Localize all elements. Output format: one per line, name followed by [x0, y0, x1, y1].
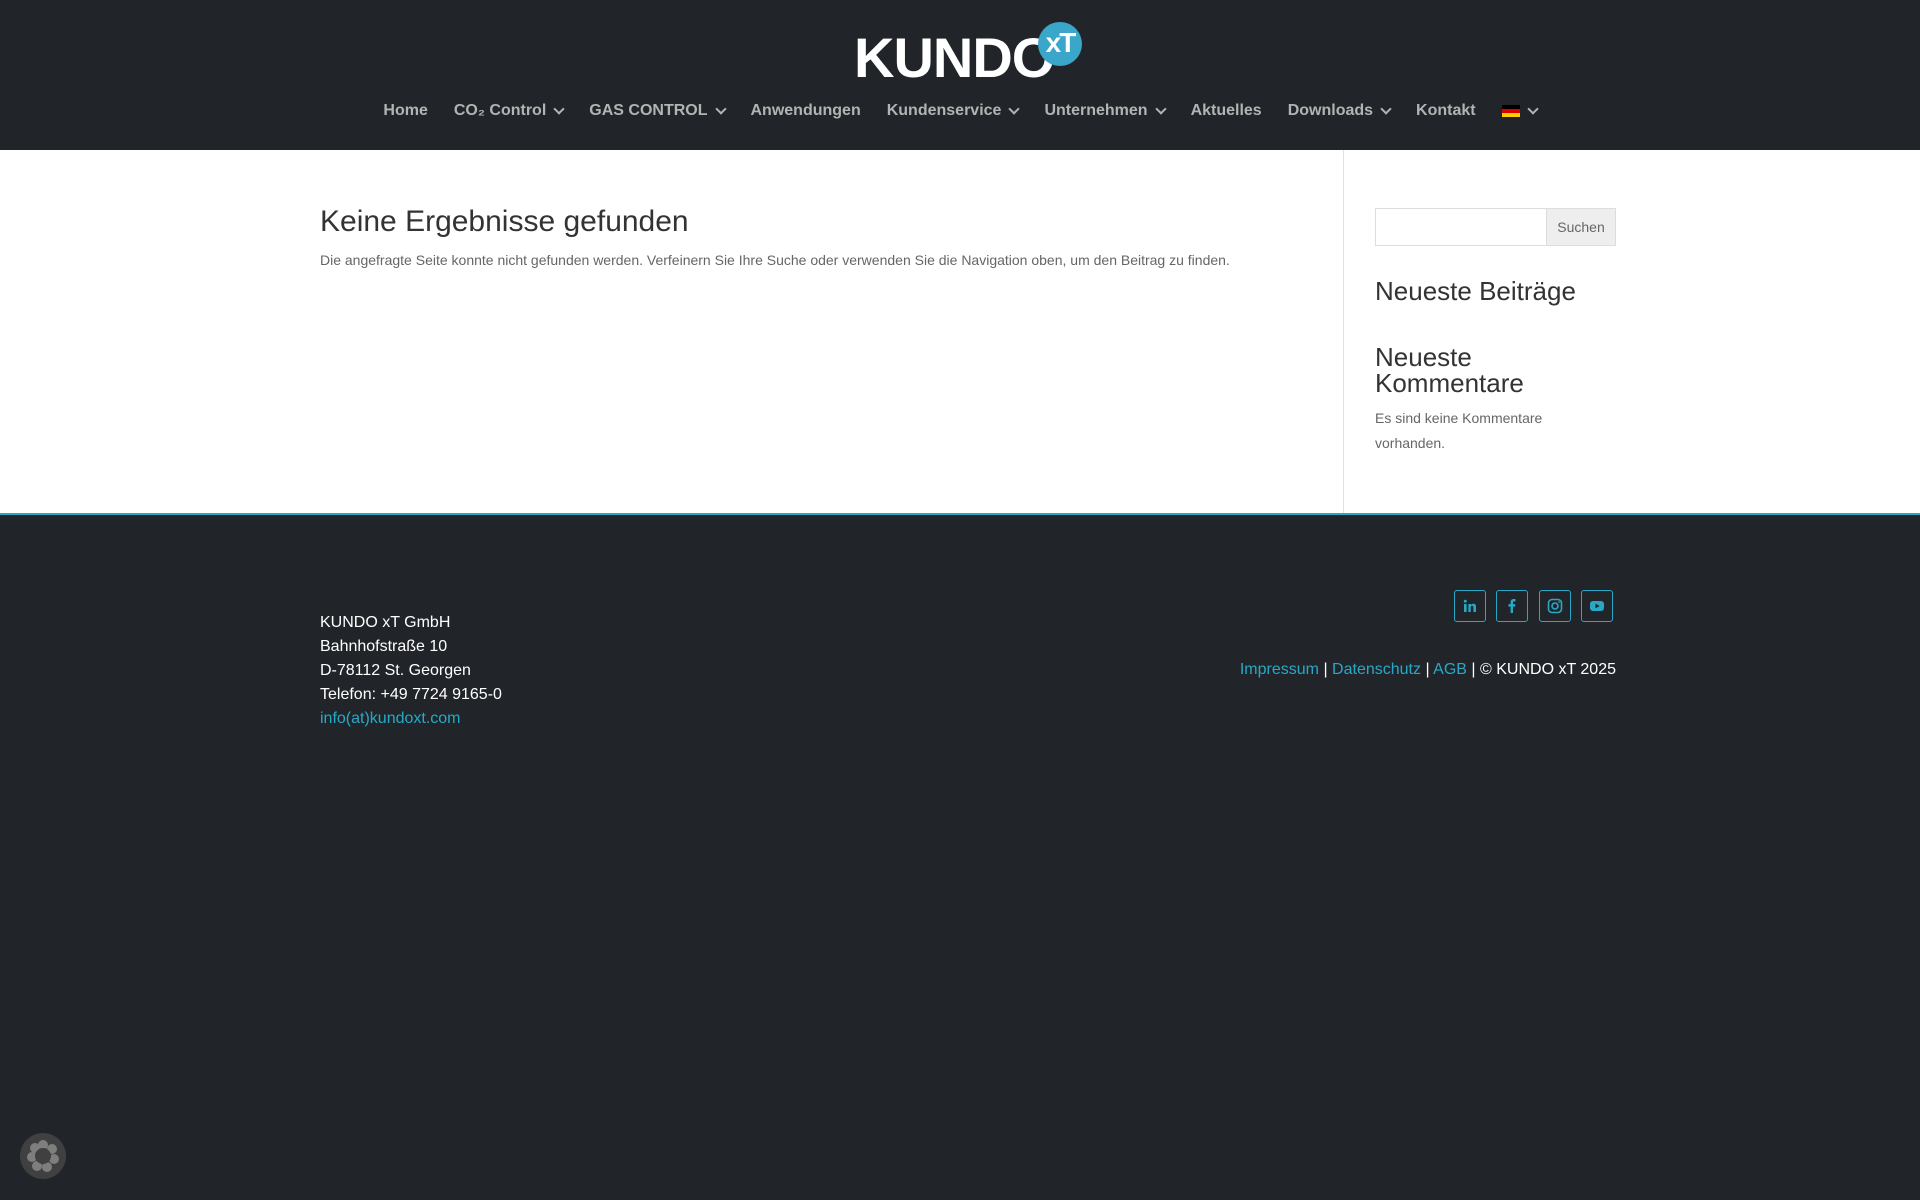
instagram-icon: [1547, 598, 1563, 614]
nav-label: Kundenservice: [886, 102, 1002, 119]
search-button[interactable]: Suchen: [1546, 208, 1616, 246]
nav-label: Home: [383, 102, 428, 119]
email-link[interactable]: info(at)kundoxt.com: [320, 707, 502, 731]
logo-badge-text: xT: [1045, 27, 1077, 58]
recent-comments-empty: Es sind keine Kommentare vorhanden.: [1375, 410, 1543, 451]
agb-link[interactable]: AGB: [1433, 661, 1467, 678]
impressum-link[interactable]: Impressum: [1240, 661, 1319, 678]
site-header: KUNDO xT Home CO₂ Control GAS CONTROL An…: [0, 0, 1920, 150]
nav-label: Downloads: [1287, 102, 1374, 119]
chevron-down-icon: [1526, 103, 1539, 115]
street-address: Bahnhofstraße 10: [320, 638, 448, 655]
nav-item-kontakt[interactable]: Kontakt: [1416, 98, 1476, 124]
legal-separator: |: [1425, 661, 1430, 678]
cookie-icon: [27, 1140, 59, 1172]
chevron-down-icon: [1008, 103, 1021, 115]
copyright-text: © KUNDO xT 2025: [1480, 661, 1616, 678]
footer-legal-links: Impressum | Datenschutz | AGB | © KUNDO …: [1240, 660, 1616, 680]
main-content: Keine Ergebnisse gefunden Die angefragte…: [0, 150, 1920, 515]
phone-number: Telefon: +49 7724 9165-0: [320, 686, 502, 703]
facebook-icon: [1508, 599, 1516, 613]
nav-label: CO₂ Control: [453, 102, 547, 119]
nav-label: Aktuelles: [1190, 102, 1262, 119]
nav-item-aktuelles[interactable]: Aktuelles: [1191, 98, 1262, 124]
german-flag-icon: [1501, 105, 1520, 117]
recent-posts-title: Neueste Beiträge: [1375, 276, 1576, 306]
instagram-button[interactable]: [1539, 590, 1571, 622]
youtube-icon: [1590, 601, 1604, 611]
city-address: D-78112 St. Georgen: [320, 662, 471, 679]
nav-label: Kontakt: [1416, 102, 1476, 119]
chevron-down-icon: [714, 103, 727, 115]
footer-address: KUNDO xT GmbH Bahnhofstraße 10 D-78112 S…: [320, 611, 502, 731]
legal-separator: |: [1471, 661, 1476, 678]
nav-item-downloads[interactable]: Downloads: [1287, 98, 1392, 124]
nav-item-co2-control[interactable]: CO₂ Control: [453, 98, 565, 124]
chevron-down-icon: [1154, 103, 1167, 115]
datenschutz-link[interactable]: Datenschutz: [1332, 661, 1421, 678]
nav-item-anwendungen[interactable]: Anwendungen: [751, 98, 861, 124]
cookie-settings-button[interactable]: [20, 1133, 66, 1179]
linkedin-button[interactable]: [1454, 590, 1486, 622]
kundo-logo[interactable]: KUNDO xT: [854, 20, 1084, 88]
company-name: KUNDO xT GmbH: [320, 614, 451, 631]
no-results-message: Die angefragte Seite konnte nicht gefund…: [320, 252, 1230, 268]
linkedin-icon: [1463, 599, 1476, 612]
nav-label: Anwendungen: [750, 102, 861, 119]
nav-item-unternehmen[interactable]: Unternehmen: [1044, 98, 1167, 124]
sidebar-divider: [1343, 150, 1344, 513]
chevron-down-icon: [1380, 103, 1392, 115]
facebook-button[interactable]: [1496, 590, 1528, 622]
youtube-button[interactable]: [1581, 590, 1613, 622]
chevron-down-icon: [553, 103, 565, 115]
nav-item-home[interactable]: Home: [383, 98, 427, 124]
logo-badge: xT: [1038, 22, 1082, 66]
logo-text: KUNDO: [854, 26, 1055, 89]
recent-comments-title: Neueste Kommentare: [1375, 342, 1524, 398]
search-input[interactable]: [1375, 208, 1547, 246]
page-title: Keine Ergebnisse gefunden: [320, 205, 689, 238]
language-switcher[interactable]: [1501, 98, 1539, 124]
nav-item-gas-control[interactable]: GAS CONTROL: [589, 98, 727, 124]
legal-separator: |: [1323, 661, 1328, 678]
main-navigation: Home CO₂ Control GAS CONTROL Anwendungen…: [0, 98, 1920, 124]
nav-label: Unternehmen: [1044, 102, 1148, 119]
nav-item-kundenservice[interactable]: Kundenservice: [886, 98, 1021, 124]
nav-label: GAS CONTROL: [589, 102, 708, 119]
